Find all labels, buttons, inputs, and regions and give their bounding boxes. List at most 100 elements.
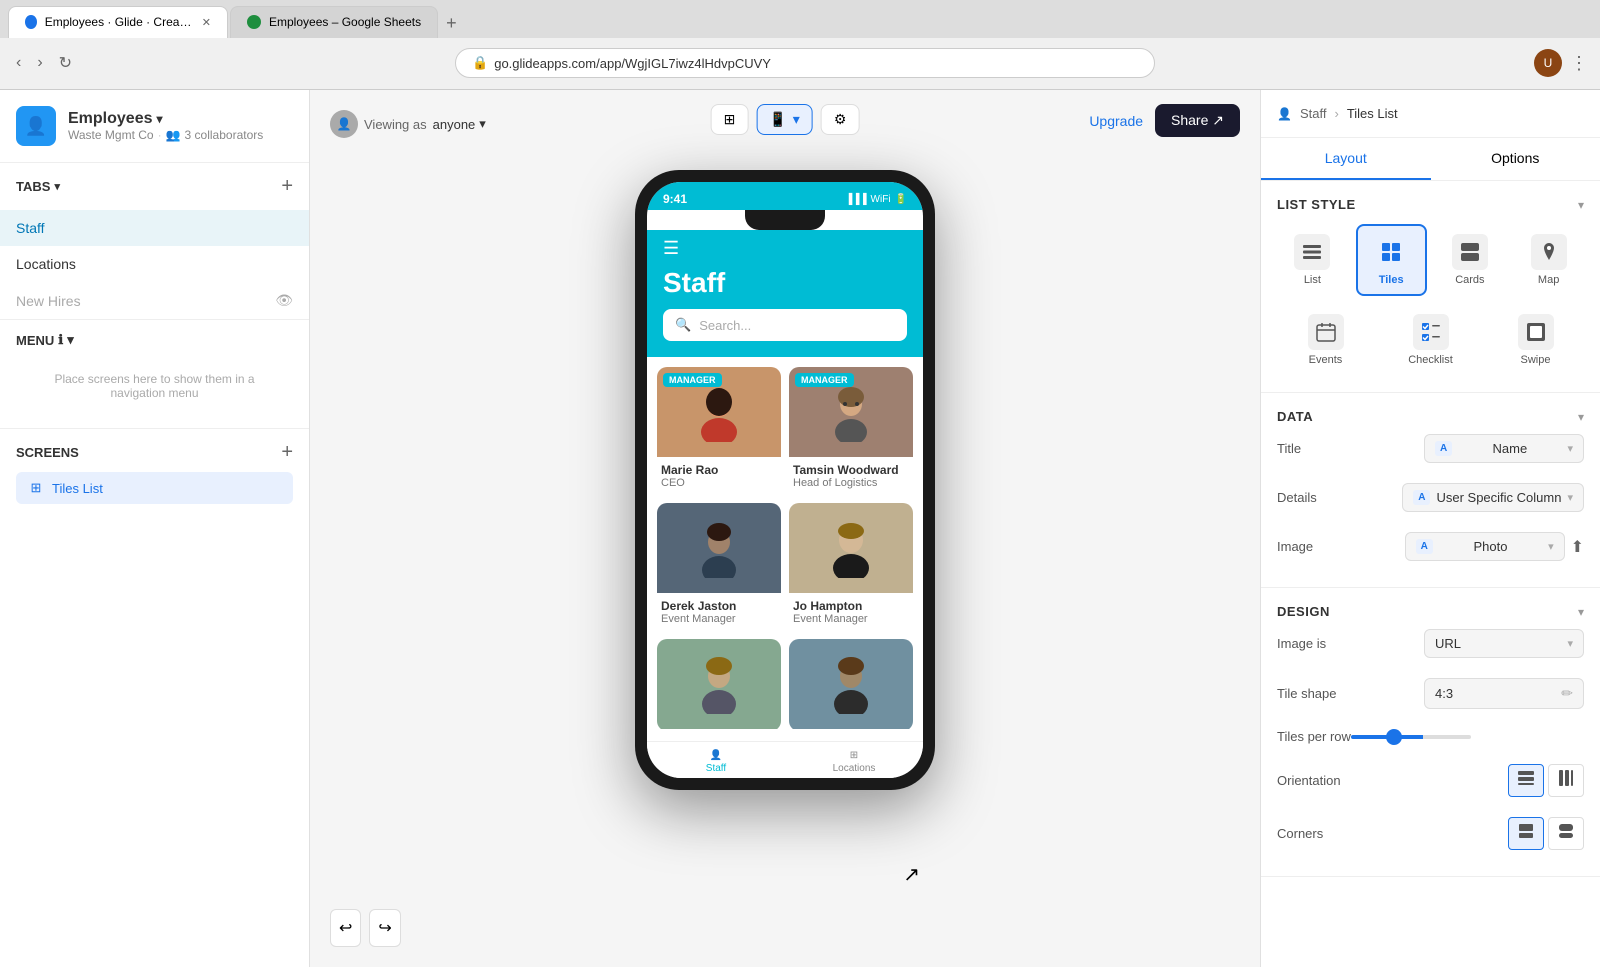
redo-button[interactable]: ↪ xyxy=(369,909,400,947)
tab-glide-close[interactable]: ✕ xyxy=(202,16,211,29)
style-checklist[interactable]: Checklist xyxy=(1382,304,1479,376)
derek-face-svg xyxy=(689,518,749,578)
breadcrumb-icon: 👤 xyxy=(1277,107,1292,121)
menu-label: MENU ℹ ▾ xyxy=(16,332,293,348)
data-details-chevron: ▾ xyxy=(1567,491,1573,504)
tile-marie[interactable]: MANAGER Marie Rao CEO xyxy=(657,367,781,495)
corners-square-icon xyxy=(1517,822,1535,840)
checklist-icon-svg xyxy=(1420,321,1442,343)
tile-tamsin-photo: MANAGER xyxy=(789,367,913,457)
style-tiles[interactable]: Tiles xyxy=(1356,224,1427,296)
share-button[interactable]: Share ↗ xyxy=(1155,104,1240,137)
corners-square-button[interactable] xyxy=(1508,817,1544,850)
design-tile-shape-label: Tile shape xyxy=(1277,686,1337,701)
search-placeholder: Search... xyxy=(699,318,751,333)
phone-dropdown-icon: ▾ xyxy=(793,111,800,128)
style-list[interactable]: List xyxy=(1277,224,1348,296)
tile-jo-name: Jo Hampton xyxy=(793,599,909,613)
new-tab-button[interactable]: + xyxy=(438,9,465,38)
data-image-prefix: A xyxy=(1416,539,1433,554)
nav-locations[interactable]: Locations xyxy=(0,246,309,282)
tile-tamsin-info: Tamsin Woodward Head of Logistics xyxy=(789,457,913,493)
data-details-dropdown[interactable]: A User Specific Column ▾ xyxy=(1402,483,1584,512)
main-canvas: ⊞ 📱 ▾ ⚙ Upgrade Share ↗ 👤 Viewing as any… xyxy=(310,90,1260,967)
corners-round-button[interactable] xyxy=(1548,817,1584,850)
bottom-nav-staff[interactable]: 👤 Staff xyxy=(647,750,785,774)
data-image-row: Image A Photo ▾ ⬆ xyxy=(1277,522,1584,571)
profile-button[interactable]: U xyxy=(1534,49,1562,77)
viewing-dropdown[interactable]: anyone ▾ xyxy=(433,116,486,132)
list-icon-svg xyxy=(1301,241,1323,263)
tile-jo[interactable]: Jo Hampton Event Manager xyxy=(789,503,913,631)
tab-glide-label: Employees · Glide · Create app... xyxy=(45,15,194,29)
orientation-cols-button[interactable] xyxy=(1548,764,1584,797)
settings-view-button[interactable]: ⚙ xyxy=(821,104,860,135)
design-image-is-dropdown[interactable]: URL ▾ xyxy=(1424,629,1584,658)
tile-jo-info: Jo Hampton Event Manager xyxy=(789,593,913,629)
phone-view-button[interactable]: 📱 ▾ xyxy=(756,104,812,135)
browser-menu-button[interactable]: ⋮ xyxy=(1570,53,1588,74)
hamburger-icon[interactable]: ☰ xyxy=(663,238,907,259)
menu-section: MENU ℹ ▾ Place screens here to show them… xyxy=(0,319,309,428)
tab-layout[interactable]: Layout xyxy=(1261,138,1431,180)
image-upload-button[interactable]: ⬆ xyxy=(1571,537,1584,557)
tile-p5[interactable] xyxy=(657,639,781,731)
breadcrumb-parent[interactable]: Staff xyxy=(1300,106,1327,121)
tab-sheets[interactable]: Employees – Google Sheets xyxy=(230,6,438,38)
orientation-rows-button[interactable] xyxy=(1508,764,1544,797)
address-bar[interactable]: 🔒 go.glideapps.com/app/WgjIGL7iwz4lHdvpC… xyxy=(455,48,1155,78)
phone-search[interactable]: 🔍 Search... xyxy=(663,309,907,341)
data-title-dropdown[interactable]: A Name ▾ xyxy=(1424,434,1584,463)
tab-glide[interactable]: Employees · Glide · Create app... ✕ xyxy=(8,6,228,38)
style-checklist-label: Checklist xyxy=(1408,354,1453,366)
design-section-header[interactable]: DESIGN ▾ xyxy=(1277,604,1584,619)
nav-new-hires[interactable]: New Hires 👁 xyxy=(0,282,309,319)
back-button[interactable]: ‹ xyxy=(12,50,25,76)
design-tile-shape-dropdown[interactable]: 4:3 ✏ xyxy=(1424,678,1584,709)
design-image-is-chevron: ▾ xyxy=(1567,637,1573,650)
viewing-chevron: ▾ xyxy=(479,116,486,132)
tile-tamsin-name: Tamsin Woodward xyxy=(793,463,909,477)
screen-icon: ⊞ xyxy=(28,480,44,496)
tab-options[interactable]: Options xyxy=(1431,138,1600,180)
style-swipe[interactable]: Swipe xyxy=(1487,304,1584,376)
phone-status-icons: ▐▐▐ WiFi 🔋 xyxy=(845,194,907,205)
phone-time: 9:41 xyxy=(663,192,687,206)
search-icon: 🔍 xyxy=(675,317,691,333)
style-events[interactable]: Events xyxy=(1277,304,1374,376)
data-image-controls: A Photo ▾ ⬆ xyxy=(1405,532,1584,561)
tab-layout-label: Layout xyxy=(1325,150,1367,166)
tile-p6[interactable] xyxy=(789,639,913,731)
tabs-label: TABS ▾ xyxy=(16,179,60,194)
tile-marie-photo: MANAGER xyxy=(657,367,781,457)
style-cards[interactable]: Cards xyxy=(1435,224,1506,296)
bottom-nav-locations[interactable]: ⊞ Locations xyxy=(785,750,923,774)
nav-staff[interactable]: Staff xyxy=(0,210,309,246)
app-name[interactable]: Employees ▾ xyxy=(68,110,293,128)
tile-tamsin[interactable]: MANAGER xyxy=(789,367,913,495)
tiles-per-row-slider[interactable] xyxy=(1351,735,1471,739)
style-cards-label: Cards xyxy=(1455,274,1484,286)
design-image-is-row: Image is URL ▾ xyxy=(1277,619,1584,668)
screen-tiles-list[interactable]: ⊞ Tiles List xyxy=(16,472,293,504)
data-image-dropdown[interactable]: A Photo ▾ xyxy=(1405,532,1565,561)
design-tile-shape-value: 4:3 xyxy=(1435,686,1453,701)
tile-tamsin-badge: MANAGER xyxy=(795,373,854,387)
data-title-value: Name xyxy=(1493,441,1528,456)
tile-derek[interactable]: Derek Jaston Event Manager xyxy=(657,503,781,631)
style-map[interactable]: Map xyxy=(1513,224,1584,296)
tile-derek-photo xyxy=(657,503,781,593)
phone-employee-grid: MANAGER Marie Rao CEO xyxy=(647,357,923,741)
data-section-header[interactable]: DATA ▾ xyxy=(1277,409,1584,424)
forward-button[interactable]: › xyxy=(33,50,46,76)
undo-button[interactable]: ↩ xyxy=(330,909,361,947)
phone-outer: 9:41 ▐▐▐ WiFi 🔋 ☰ Staff xyxy=(635,170,935,790)
add-tab-button[interactable]: + xyxy=(281,175,293,198)
reload-button[interactable]: ↻ xyxy=(55,49,76,77)
p6-face-svg xyxy=(821,654,881,714)
upgrade-button[interactable]: Upgrade xyxy=(1089,113,1143,129)
list-style-header[interactable]: LIST STYLE ▾ xyxy=(1277,197,1584,212)
grid-view-button[interactable]: ⊞ xyxy=(711,104,749,135)
add-screen-button[interactable]: + xyxy=(281,441,293,464)
style-cards-icon xyxy=(1452,234,1488,270)
